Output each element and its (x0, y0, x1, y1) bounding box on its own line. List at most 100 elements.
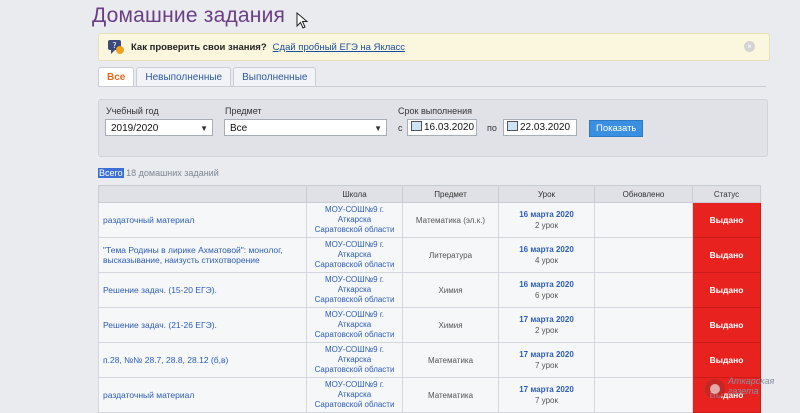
to-prefix: по (487, 123, 497, 133)
school-line: МОУ-СОШ№9 г. (324, 380, 385, 389)
assignment-link[interactable]: Решение задач. (21-26 ЕГЭ). (98, 307, 307, 343)
calendar-icon (411, 121, 422, 132)
show-button[interactable]: Показать (589, 120, 644, 137)
assignment-link[interactable]: "Тема Родины в лирике Ахматовой": моноло… (98, 237, 307, 273)
header-lesson: Урок (498, 185, 595, 203)
school-cell[interactable]: МОУ-СОШ№9 г. Аткарска Саратовской области (306, 272, 403, 308)
school-line: Аткарска (337, 390, 372, 399)
updated-cell (594, 377, 693, 413)
status-badge: Выдано (692, 342, 761, 378)
header-status: Статус (692, 185, 761, 203)
page-title: Домашние задания (92, 4, 286, 27)
subject-cell: Математика (402, 342, 499, 378)
school-line: Саратовской области (314, 400, 395, 409)
lesson-number: 6 урок (535, 291, 558, 300)
date-to-input[interactable]: 22.03.2020 (503, 119, 577, 136)
lesson-cell[interactable]: 17 марта 2020 2 урок (498, 307, 595, 343)
header-school: Школа (306, 185, 403, 203)
status-tabs: Все Невыполненные Выполненные (98, 67, 318, 87)
date-from-input[interactable]: 16.03.2020 (407, 119, 477, 136)
subject-select[interactable]: Все ▼ (224, 119, 387, 136)
lesson-cell[interactable]: 17 марта 2020 7 урок (498, 342, 595, 378)
school-cell[interactable]: МОУ-СОШ№9 г. Аткарска Саратовской области (306, 237, 403, 273)
watermark-line1: Аткарская (728, 376, 775, 386)
year-value: 2019/2020 (111, 123, 159, 134)
subject-cell: Литература (402, 237, 499, 273)
school-cell[interactable]: МОУ-СОШ№9 г. Аткарска Саратовской области (306, 377, 403, 413)
school-line: МОУ-СОШ№9 г. (324, 240, 385, 249)
total-rest: 18 домашних заданий (126, 168, 219, 178)
lesson-date: 16 марта 2020 (519, 280, 574, 289)
total-count: Всего 18 домашних заданий (98, 168, 219, 178)
tab-all[interactable]: Все (98, 67, 135, 87)
knowledge-check-banner: ? Как проверить свои знания? Сдай пробны… (98, 33, 770, 61)
tabs-divider (98, 86, 766, 87)
due-label: Срок выполнения (398, 106, 472, 116)
lesson-cell[interactable]: 17 марта 2020 7 урок (498, 377, 595, 413)
table-header-row: Школа Предмет Урок Обновлено Статус (98, 185, 761, 203)
updated-cell (594, 237, 693, 273)
school-line: МОУ-СОШ№9 г. (324, 310, 385, 319)
lesson-date: 17 марта 2020 (519, 350, 574, 359)
chevron-down-icon: ▼ (374, 124, 382, 133)
school-line: Аткарска (337, 250, 372, 259)
table-row[interactable]: Решение задач. (15-20 ЕГЭ). МОУ-СОШ№9 г.… (98, 272, 761, 308)
lesson-number: 4 урок (535, 256, 558, 265)
filters-panel: Учебный год 2019/2020 ▼ Предмет Все ▼ Ср… (98, 99, 768, 157)
school-line: МОУ-СОШ№9 г. (324, 275, 385, 284)
subject-cell: Математика (эл.к.) (402, 202, 499, 238)
year-select[interactable]: 2019/2020 ▼ (105, 119, 213, 136)
lesson-date: 16 марта 2020 (519, 210, 574, 219)
trial-exam-link[interactable]: Сдай пробный ЕГЭ на Якласс (273, 42, 405, 53)
assignment-link[interactable]: п.28, №№ 28.7, 28.8, 28.12 (б,в) (98, 342, 307, 378)
assignment-link[interactable]: раздаточный материал (98, 377, 307, 413)
updated-cell (594, 307, 693, 343)
school-line: Саратовской области (314, 365, 395, 374)
watermark: Аткарская газета (728, 376, 774, 396)
status-badge: Выдано (692, 272, 761, 308)
newspaper-logo-icon (705, 379, 725, 399)
calendar-icon (507, 121, 518, 132)
table-row[interactable]: п.28, №№ 28.7, 28.8, 28.12 (б,в) МОУ-СОШ… (98, 342, 761, 378)
school-cell[interactable]: МОУ-СОШ№9 г. Аткарска Саратовской области (306, 307, 403, 343)
status-badge: Выдано (692, 202, 761, 238)
school-line: Аткарска (337, 355, 372, 364)
school-line: Аткарска (337, 320, 372, 329)
banner-question: Как проверить свои знания? (131, 41, 267, 53)
lesson-cell[interactable]: 16 марта 2020 2 урок (498, 202, 595, 238)
header-updated: Обновлено (594, 185, 693, 203)
school-line: МОУ-СОШ№9 г. (324, 205, 385, 214)
watermark-line2: газета (728, 386, 759, 396)
lesson-cell[interactable]: 16 марта 2020 6 урок (498, 272, 595, 308)
table-row[interactable]: Решение задач. (21-26 ЕГЭ). МОУ-СОШ№9 г.… (98, 307, 761, 343)
tab-complete[interactable]: Выполненные (233, 67, 317, 87)
status-badge: Выдано (692, 237, 761, 273)
subject-cell: Химия (402, 272, 499, 308)
chevron-down-icon: ▼ (200, 124, 208, 133)
lesson-number: 2 урок (535, 221, 558, 230)
year-label: Учебный год (106, 106, 159, 116)
table-row[interactable]: раздаточный материал МОУ-СОШ№9 г. Аткарск… (98, 202, 761, 238)
assignment-link[interactable]: Решение задач. (15-20 ЕГЭ). (98, 272, 307, 308)
updated-cell (594, 272, 693, 308)
header-subject: Предмет (402, 185, 499, 203)
table-row[interactable]: раздаточный материал МОУ-СОШ№9 г. Аткарск… (98, 377, 761, 413)
lesson-number: 7 урок (535, 396, 558, 405)
subject-value: Все (230, 123, 248, 134)
table-row[interactable]: "Тема Родины в лирике Ахматовой": моноло… (98, 237, 761, 273)
svg-text:?: ? (112, 41, 116, 50)
tab-incomplete[interactable]: Невыполненные (136, 67, 232, 87)
lesson-date: 17 марта 2020 (519, 385, 574, 394)
assignment-link[interactable]: раздаточный материал (98, 202, 307, 238)
updated-cell (594, 342, 693, 378)
subject-cell: Химия (402, 307, 499, 343)
subject-label: Предмет (225, 106, 262, 116)
school-line: Саратовской области (314, 260, 395, 269)
lesson-number: 2 урок (535, 326, 558, 335)
school-line: Аткарска (337, 215, 372, 224)
lesson-date: 16 марта 2020 (519, 245, 574, 254)
close-icon[interactable]: × (744, 41, 755, 52)
school-cell[interactable]: МОУ-СОШ№9 г. Аткарска Саратовской области (306, 342, 403, 378)
lesson-cell[interactable]: 16 марта 2020 4 урок (498, 237, 595, 273)
school-cell[interactable]: МОУ-СОШ№9 г. Аткарска Саратовской области (306, 202, 403, 238)
